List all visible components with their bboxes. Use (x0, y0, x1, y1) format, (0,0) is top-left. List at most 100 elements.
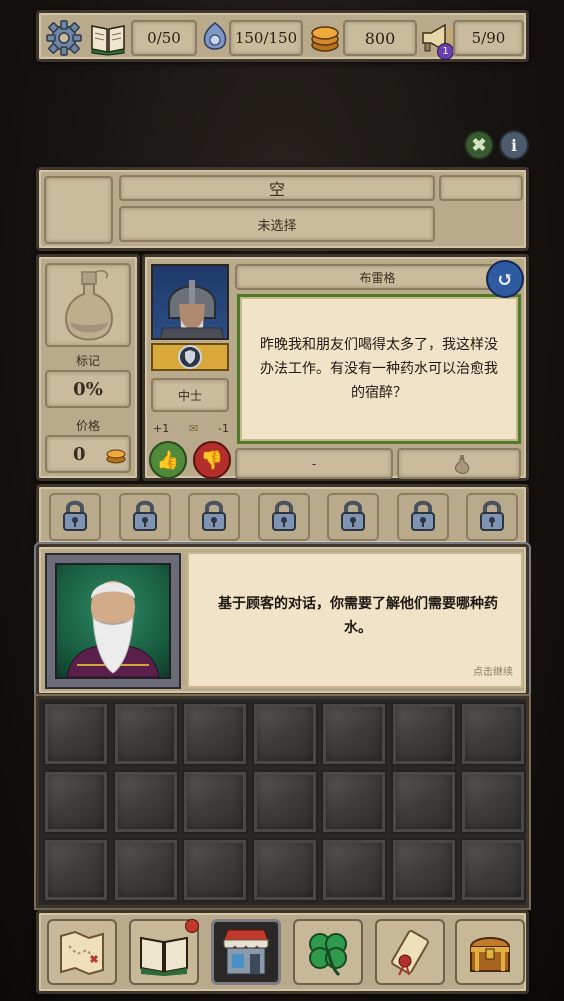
locked-slot[interactable] (118, 493, 171, 541)
selected-item-extra-box (439, 175, 523, 201)
notification-badge-count: 1 (442, 46, 449, 57)
locked-slot[interactable] (188, 493, 240, 541)
padlock-icon (477, 498, 507, 536)
locked-slot[interactable] (49, 493, 101, 541)
reputation-change-row: +1 ✉ -1 (153, 419, 229, 437)
gold-counter: 800 (343, 20, 417, 56)
shelf-slot[interactable] (112, 838, 179, 902)
close-x-button[interactable]: ✖ (464, 130, 494, 160)
mana-crystal-icon (201, 21, 229, 55)
recipe-book-button[interactable] (129, 919, 199, 985)
shelf-slot[interactable] (390, 838, 457, 902)
padlock-icon (60, 498, 90, 536)
shop-shelf-grid (36, 696, 529, 908)
thumbs-down-button[interactable]: 👎 (193, 441, 231, 479)
selected-item-title-box: 空 (119, 175, 435, 201)
padlock-icon (199, 498, 229, 536)
reputation-minus: -1 (218, 421, 229, 435)
scroll-button[interactable] (375, 919, 445, 985)
shelf-slot[interactable] (460, 702, 526, 766)
info-button[interactable]: i (499, 130, 529, 160)
tutorial-text: 基于顾客的对话，你需要了解他们需要哪种药水。 (218, 596, 498, 636)
empty-potion-flask-icon (65, 269, 113, 341)
customer-rank-badge (151, 343, 229, 371)
tap-to-continue-hint[interactable]: 点击继续 (473, 663, 513, 678)
gold-coin-icon (106, 449, 126, 464)
shelf-slot[interactable] (251, 770, 318, 834)
small-potion-icon (455, 455, 470, 474)
old-wizard-portrait-icon (66, 581, 160, 677)
shelf-slot[interactable] (43, 702, 109, 766)
shelf-slot[interactable] (112, 770, 179, 834)
price-value: 0 (73, 444, 86, 465)
gold-coins-icon (309, 23, 341, 53)
padlock-icon (408, 498, 438, 536)
requested-item: - (311, 456, 317, 471)
selected-item-subtitle: 未选择 (257, 218, 297, 234)
customer-name: 布雷格 (359, 270, 396, 285)
shelf-slot[interactable] (182, 838, 248, 902)
price-label-text: 价格 (75, 419, 100, 433)
reputation-megaphone-icon: ✉ (189, 421, 199, 435)
settings-gear-icon[interactable] (45, 19, 83, 57)
map-button[interactable] (47, 919, 117, 985)
shelf-slot[interactable] (112, 702, 179, 766)
shelf-slot[interactable] (251, 838, 318, 902)
scroll-icon (391, 930, 429, 976)
customer-rank: 中士 (177, 388, 202, 403)
tutorial-dialog[interactable]: 基于顾客的对话，你需要了解他们需要哪种药水。 点击继续 (36, 544, 529, 696)
shield-emblem-icon (178, 345, 202, 369)
book-icon[interactable] (89, 20, 127, 56)
shelf-slot[interactable] (321, 838, 387, 902)
treasure-chest-button[interactable] (455, 919, 525, 985)
map-icon (60, 930, 104, 976)
shelf-slot[interactable] (460, 770, 526, 834)
locked-slot[interactable] (466, 493, 518, 541)
shop-button[interactable] (211, 919, 281, 985)
mark-label-text: 标记 (75, 354, 100, 368)
shelf-slot[interactable] (43, 770, 109, 834)
markup-value-box[interactable]: 0% (45, 370, 131, 408)
shelf-slot[interactable] (182, 702, 248, 766)
reputation-counter-value: 5/90 (471, 29, 506, 47)
shelf-slot[interactable] (43, 838, 109, 902)
customer-portrait (151, 264, 229, 340)
locked-slot[interactable] (257, 493, 310, 541)
padlock-icon (269, 498, 299, 536)
notification-badge: 1 (437, 43, 454, 60)
thumbs-up-button[interactable]: 👍 (149, 441, 187, 479)
refresh-button[interactable]: ↺ (486, 260, 524, 298)
thumbs-up-icon: 👍 (156, 449, 180, 471)
shelf-slot[interactable] (251, 702, 318, 766)
gold-counter-value: 800 (364, 28, 396, 48)
customer-rank-box: 中士 (151, 378, 229, 412)
selected-item-subtitle-box: 未选择 (119, 206, 435, 242)
price-label: 价格 (39, 417, 137, 434)
padlock-icon (338, 498, 368, 536)
requested-item-box: - (235, 448, 393, 479)
price-value-box[interactable]: 0 (45, 435, 131, 473)
treasure-chest-icon (469, 937, 511, 972)
four-leaf-clover-icon (309, 933, 347, 977)
locked-slot[interactable] (327, 493, 379, 541)
clover-button[interactable] (293, 919, 363, 985)
pricing-panel: 标记 0% 价格 0 (36, 254, 140, 481)
shelf-slot[interactable] (321, 770, 387, 834)
advisor-portrait (55, 563, 171, 679)
shelf-slot[interactable] (182, 770, 248, 834)
selected-item-slot[interactable] (44, 176, 113, 244)
advisor-portrait-frame (45, 553, 181, 689)
customer-dialogue-box: 昨晚我和朋友们喝得太多了，我这样没办法工作。有没有一种药水可以治愈我的宿醉？ (237, 294, 521, 444)
shelf-slot[interactable] (390, 702, 457, 766)
new-recipe-badge (185, 919, 199, 933)
clover-x-icon: ✖ (471, 134, 487, 156)
shelf-slot[interactable] (321, 702, 387, 766)
selected-item-panel: 空 未选择 (36, 167, 529, 251)
customer-name-box: 布雷格 (235, 264, 520, 290)
locked-slot[interactable] (396, 493, 449, 541)
shelf-slot[interactable] (390, 770, 457, 834)
locked-ingredient-row (36, 484, 529, 546)
potion-slot[interactable] (45, 263, 131, 347)
soldier-helmet-portrait-icon (159, 280, 225, 338)
shelf-slot[interactable] (460, 838, 526, 902)
